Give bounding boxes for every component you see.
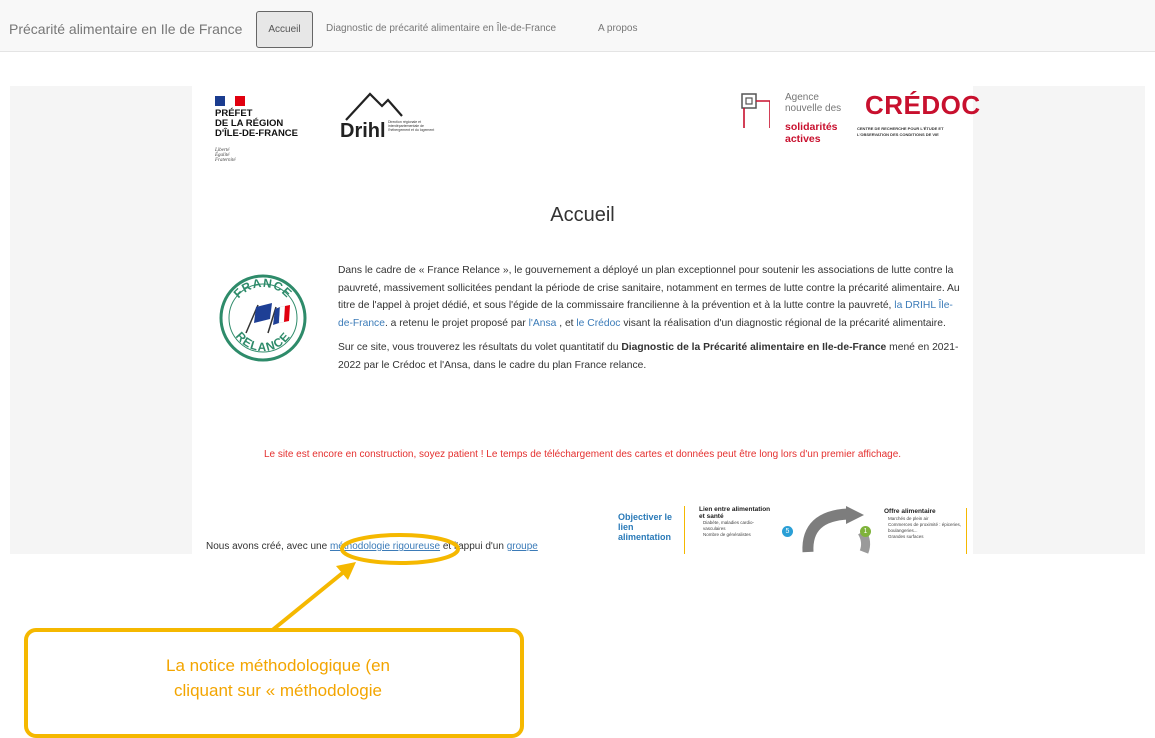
callout-line1: La notice méthodologique (en <box>166 656 390 675</box>
callout-box: La notice méthodologique (en cliquant su… <box>24 628 524 738</box>
callout-arrow-line <box>268 569 347 634</box>
callout-text: La notice méthodologique (en cliquant su… <box>28 653 528 703</box>
callout-line2: cliquant sur « méthodologie <box>174 681 382 700</box>
annotation-overlay <box>268 533 460 634</box>
highlight-ellipse <box>340 533 460 565</box>
